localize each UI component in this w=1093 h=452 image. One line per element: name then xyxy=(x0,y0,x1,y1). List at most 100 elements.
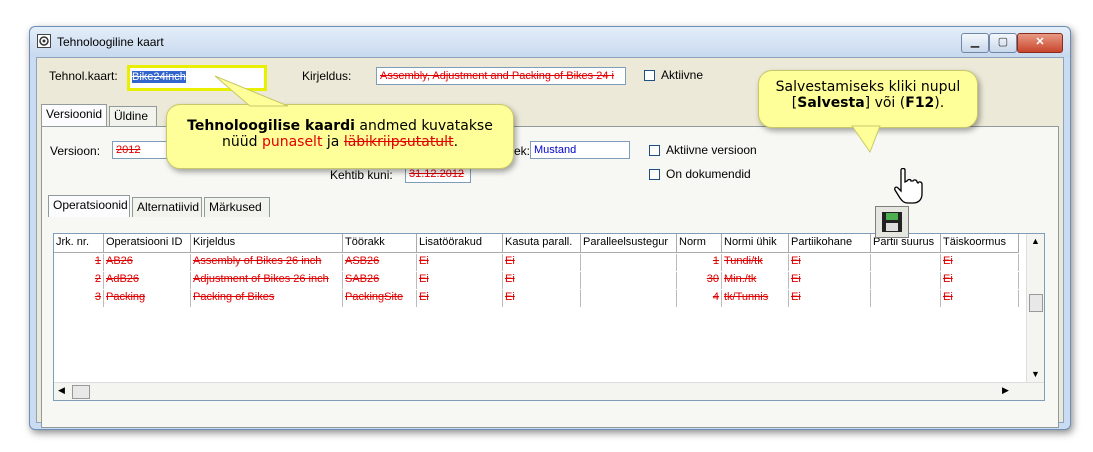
version-label: Versioon: xyxy=(50,144,101,158)
cell-use-parallel: Ei xyxy=(503,254,581,271)
col-header-use-parallel[interactable]: Kasuta parall. xyxy=(503,234,581,253)
cell-norm-unit: Min./tk xyxy=(722,272,789,289)
card-label: Tehnol.kaart: xyxy=(49,69,118,83)
status-label: ek: xyxy=(514,144,531,158)
save-callout-text: ). xyxy=(934,95,945,111)
cell-extra-workcenters: Ei xyxy=(417,272,503,289)
cell-extra-workcenters: Ei xyxy=(417,254,503,271)
callout-strike-text: läbikriipsutatult xyxy=(343,134,454,150)
table-row[interactable]: 1 AB26 Assembly of Bikes 26 inch ASB26 E… xyxy=(54,254,1024,271)
operations-grid: Jrk. nr. Operatsiooni ID Kirjeldus Tööra… xyxy=(53,233,1045,401)
floppy-disk-icon xyxy=(882,212,902,232)
cell-full-load: Ei xyxy=(941,272,1019,289)
save-callout-text: ] või ( xyxy=(864,95,906,111)
tab-versions[interactable]: Versioonid xyxy=(41,104,107,126)
vertical-scrollbar[interactable]: ▲ ▼ xyxy=(1026,234,1044,383)
cell-norm: 4 xyxy=(677,290,722,307)
cell-norm-unit: Tundi/tk xyxy=(722,254,789,271)
scroll-up-icon[interactable]: ▲ xyxy=(1031,236,1040,246)
cell-per-batch: Ei xyxy=(789,272,871,289)
callout-text: andmed kuvatakse xyxy=(354,118,493,134)
scroll-thumb[interactable] xyxy=(1029,294,1043,312)
callout-bold-text: Tehnoloogilise kaardi xyxy=(187,118,355,134)
close-button[interactable]: ✕ xyxy=(1017,33,1063,53)
cell-parallel-factor xyxy=(581,290,677,307)
col-header-norm[interactable]: Norm xyxy=(677,234,722,253)
active-checkbox[interactable] xyxy=(644,70,655,81)
hand-cursor-icon xyxy=(894,168,923,204)
cell-extra-workcenters: Ei xyxy=(417,290,503,307)
has-documents-checkbox[interactable] xyxy=(649,169,660,180)
table-row[interactable]: 2 AdB26 Adjustment of Bikes 26 inch SAB2… xyxy=(54,272,1024,289)
active-label: Aktiivne xyxy=(661,68,704,82)
save-callout-line-1: Salvestamiseks kliki nupul xyxy=(775,79,961,95)
cell-norm: 30 xyxy=(677,272,722,289)
tab-alternatives[interactable]: Alternatiivid xyxy=(132,197,202,217)
save-callout-key: F12 xyxy=(905,95,935,111)
save-callout-bold: Salvesta xyxy=(797,95,865,111)
callout-line-1: Tehnoloogilise kaardi andmed kuvatakse xyxy=(167,118,513,134)
cell-per-batch: Ei xyxy=(789,290,871,307)
cell-parallel-factor xyxy=(581,254,677,271)
info-callout: Tehnoloogilise kaardi andmed kuvatakse n… xyxy=(166,104,514,169)
callout-red-text: punaselt xyxy=(261,134,323,150)
save-callout-pointer xyxy=(851,125,881,154)
cell-workcenter: SAB26 xyxy=(343,272,417,289)
description-field[interactable]: Assembly, Adjustment and Packing of Bike… xyxy=(376,67,626,85)
col-header-op-id[interactable]: Operatsiooni ID xyxy=(104,234,191,253)
col-header-workcenter[interactable]: Töörakk xyxy=(343,234,417,253)
cell-batch-size xyxy=(871,254,941,271)
card-value: Bike24inch xyxy=(132,71,186,83)
maximize-button[interactable]: ▢ xyxy=(989,33,1017,53)
cell-full-load: Ei xyxy=(941,290,1019,307)
cell-workcenter: PackingSite xyxy=(343,290,417,307)
active-version-label: Aktiivne versioon xyxy=(666,143,757,157)
cell-use-parallel: Ei xyxy=(503,272,581,289)
version-field[interactable]: 2012 xyxy=(112,141,172,159)
cell-description: Assembly of Bikes 26 inch xyxy=(191,254,343,271)
status-field[interactable]: Mustand xyxy=(530,141,630,159)
cell-description: Packing of Bikes xyxy=(191,290,343,307)
cell-full-load: Ei xyxy=(941,254,1019,271)
col-header-parallel-factor[interactable]: Paralleelsustegur xyxy=(581,234,677,253)
app-icon xyxy=(37,34,51,48)
table-row[interactable]: 3 Packing Packing of Bikes PackingSite E… xyxy=(54,290,1024,307)
cell-description: Adjustment of Bikes 26 inch xyxy=(191,272,343,289)
col-header-per-batch[interactable]: Partiikohane xyxy=(789,234,871,253)
scroll-right-icon[interactable]: ▶ xyxy=(1002,385,1009,396)
description-label: Kirjeldus: xyxy=(302,69,352,83)
cell-op-id: AB26 xyxy=(104,254,191,271)
col-header-seq[interactable]: Jrk. nr. xyxy=(54,234,104,253)
save-callout: Salvestamiseks kliki nupul [Salvesta] võ… xyxy=(758,70,978,128)
cell-seq: 2 xyxy=(54,272,104,289)
cell-workcenter: ASB26 xyxy=(343,254,417,271)
scroll-down-icon[interactable]: ▼ xyxy=(1031,369,1040,379)
cell-batch-size xyxy=(871,272,941,289)
scroll-left-icon[interactable]: ◀ xyxy=(58,385,65,396)
cell-seq: 3 xyxy=(54,290,104,307)
cell-seq: 1 xyxy=(54,254,104,271)
col-header-norm-unit[interactable]: Normi ühik xyxy=(722,234,789,253)
callout-pointer xyxy=(214,75,289,107)
callout-line-2: nüüd punaselt ja läbikriipsutatult. xyxy=(167,134,513,150)
tab-operations[interactable]: Operatsioonid xyxy=(48,195,130,217)
has-documents-label: On dokumendid xyxy=(666,167,751,181)
tab-general[interactable]: Üldine xyxy=(109,106,157,126)
cell-norm: 1 xyxy=(677,254,722,271)
valid-until-label: Kehtib kuni: xyxy=(330,168,393,182)
col-header-description[interactable]: Kirjeldus xyxy=(191,234,343,253)
callout-text: nüüd xyxy=(221,134,262,150)
window-title: Tehnoloogiline kaart xyxy=(57,35,164,49)
tab-notes[interactable]: Märkused xyxy=(204,197,270,217)
col-header-extra-workcenters[interactable]: Lisatöörakud xyxy=(417,234,503,253)
cell-norm-unit: tk/Tunnis xyxy=(722,290,789,307)
h-scroll-thumb[interactable] xyxy=(72,385,90,399)
save-button[interactable] xyxy=(875,206,909,238)
minimize-button[interactable]: ▁ xyxy=(961,33,989,53)
col-header-full-load[interactable]: Täiskoormus xyxy=(941,234,1019,253)
active-version-checkbox[interactable] xyxy=(649,145,660,156)
cell-op-id: Packing xyxy=(104,290,191,307)
callout-text: . xyxy=(453,134,459,150)
horizontal-scrollbar[interactable]: ◀ ▶ xyxy=(54,382,1044,400)
cell-op-id: AdB26 xyxy=(104,272,191,289)
